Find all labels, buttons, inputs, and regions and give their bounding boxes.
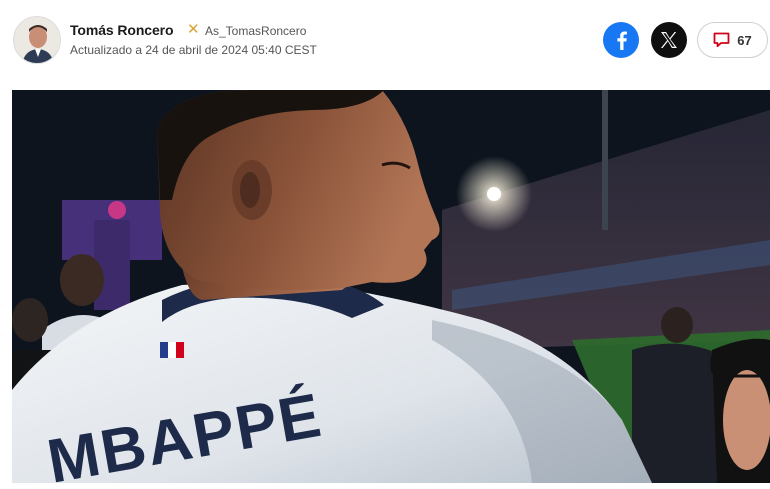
comment-bubble-icon <box>713 32 730 48</box>
comments-count: 67 <box>737 32 752 48</box>
facebook-icon <box>617 31 627 50</box>
x-handle-icon: ✕ <box>187 21 200 38</box>
share-x-button[interactable] <box>651 22 687 58</box>
author-avatar[interactable] <box>13 16 61 64</box>
x-twitter-icon <box>661 32 677 48</box>
share-facebook-button[interactable] <box>603 22 639 58</box>
article-byline: Tomás Roncero ✕ As_TomasRoncero Actualiz… <box>0 0 770 86</box>
author-name[interactable]: Tomás Roncero <box>70 22 174 38</box>
article-photo[interactable]: MBAPPÉ <box>12 90 770 483</box>
article-photo-illustration: MBAPPÉ <box>12 90 770 483</box>
author-avatar-image <box>14 17 60 63</box>
comments-button[interactable]: 67 <box>697 22 768 58</box>
updated-timestamp: Actualizado a 24 de abril de 2024 05:40 … <box>70 43 317 57</box>
author-handle[interactable]: As_TomasRoncero <box>205 24 306 38</box>
